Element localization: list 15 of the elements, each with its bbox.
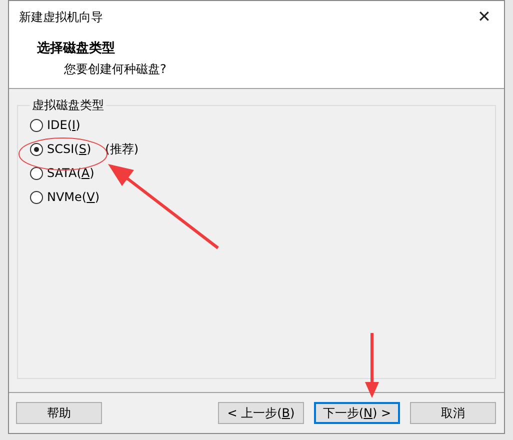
dialog-button[interactable]: < 上一步(B) [218,402,304,424]
group-title: 虚拟磁盘类型 [31,97,105,114]
close-button[interactable]: ✕ [464,2,504,32]
window-title: 新建虚拟机向导 [19,8,103,26]
recommended-note: (推荐) [105,140,139,158]
page-subtitle: 您要创建何种磁盘? [64,61,168,78]
dialog-button[interactable]: 帮助 [16,402,102,424]
radio-option[interactable]: NVMe(V) [30,188,100,206]
dialog-button[interactable]: 取消 [410,402,496,424]
radio-option[interactable]: SCSI(S) [30,140,92,158]
page-title: 选择磁盘类型 [37,40,116,57]
radio-option[interactable]: IDE(I) [30,116,80,134]
dialog-button[interactable]: 下一步(N) > [314,402,400,424]
radio-option[interactable]: SATA(A) [30,164,94,182]
pointer-arrow [365,333,379,398]
